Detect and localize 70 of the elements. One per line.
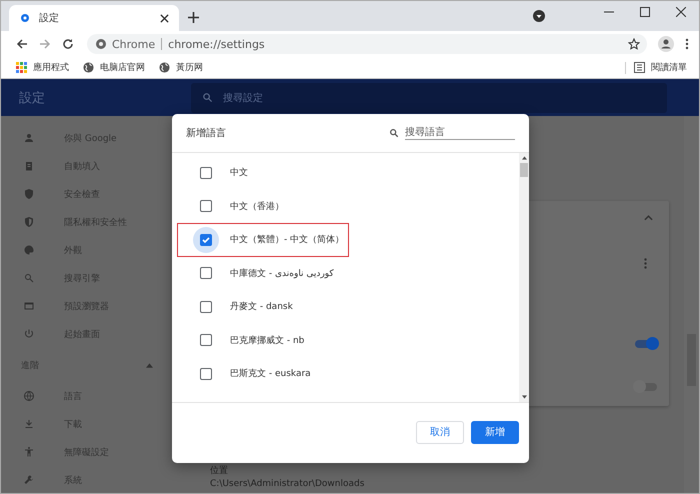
language-name: 中文（香港） xyxy=(230,200,284,213)
url-text: chrome://settings xyxy=(168,38,265,50)
maximize-icon[interactable] xyxy=(640,7,650,17)
scroll-up-arrow-icon[interactable] xyxy=(522,156,526,160)
scroll-down-arrow-icon[interactable] xyxy=(522,395,526,399)
checkbox[interactable] xyxy=(200,166,212,179)
checkbox[interactable] xyxy=(200,234,212,246)
globe-icon xyxy=(159,62,170,73)
globe-icon xyxy=(23,390,35,402)
site-name: Chrome xyxy=(112,38,156,50)
apps-grid-icon xyxy=(16,62,27,73)
star-icon[interactable] xyxy=(628,38,640,50)
scrollbar[interactable] xyxy=(519,153,529,402)
list-icon xyxy=(634,62,645,73)
cancel-button[interactable]: 取消 xyxy=(416,420,464,444)
globe-icon xyxy=(83,62,94,73)
page-title: 設定 xyxy=(18,90,46,106)
settings-icon xyxy=(19,12,31,24)
chevron-up-icon[interactable] xyxy=(644,215,653,221)
palette-icon xyxy=(23,244,35,256)
browser-tab[interactable]: 設定 xyxy=(9,5,179,31)
scrollbar[interactable] xyxy=(684,116,699,493)
avatar-icon[interactable] xyxy=(658,36,674,52)
bookmark[interactable]: 黃历网 xyxy=(159,61,203,74)
address-bar[interactable]: Chrome chrome://settings xyxy=(87,34,647,54)
more-menu-icon[interactable] xyxy=(685,38,689,50)
shield-icon xyxy=(23,188,35,200)
search-icon xyxy=(202,92,213,103)
accessibility-icon xyxy=(23,446,35,458)
wrench-icon xyxy=(23,474,35,486)
download-icon xyxy=(23,418,35,430)
language-name: 中庫德文 - کوردیی ناوەندی xyxy=(230,268,334,280)
checkbox[interactable] xyxy=(200,267,212,280)
back-arrow-icon[interactable] xyxy=(16,38,28,50)
search-icon xyxy=(23,272,35,284)
bookmark[interactable]: 應用程式 xyxy=(16,61,69,74)
more-options-icon[interactable] xyxy=(644,258,647,269)
dialog-title: 新增語言 xyxy=(186,126,226,140)
browser-icon xyxy=(23,300,35,312)
search-icon xyxy=(389,128,399,138)
shield-half-icon xyxy=(23,216,35,228)
checkbox[interactable] xyxy=(200,300,212,313)
search-field[interactable]: 搜尋語言 xyxy=(405,126,515,140)
reading-list-button[interactable]: 閱讀清單 xyxy=(634,61,687,74)
language-name: 丹麥文 - dansk xyxy=(230,300,293,314)
checkbox[interactable] xyxy=(200,368,212,380)
language-name: 中文 xyxy=(230,166,248,180)
language-name: 中文（繁體）- 中文（简体） xyxy=(230,234,344,246)
search-field[interactable]: 搜尋設定 xyxy=(191,82,667,112)
add-button[interactable]: 新增 xyxy=(471,420,519,444)
checkbox[interactable] xyxy=(200,200,212,212)
close-icon[interactable] xyxy=(676,7,686,17)
scroll-thumb[interactable] xyxy=(520,163,528,177)
folder-path: C:\Users\Administrator\Downloads xyxy=(210,479,366,489)
bookmark[interactable]: 电脑店官网 xyxy=(83,61,145,74)
dropdown-icon[interactable] xyxy=(533,10,545,22)
language-name: 巴斯克文 - euskara xyxy=(230,368,311,380)
clipboard-icon xyxy=(23,160,35,172)
plus-icon[interactable] xyxy=(188,12,199,23)
person-icon xyxy=(23,132,35,144)
reload-icon[interactable] xyxy=(62,38,74,50)
checkbox[interactable] xyxy=(200,334,212,346)
setting-label: 位置 xyxy=(210,464,229,477)
tab-title: 設定 xyxy=(39,12,60,25)
chrome-logo-icon xyxy=(96,39,106,49)
toggle-switch[interactable] xyxy=(635,340,657,348)
power-icon xyxy=(23,328,35,340)
language-name: 巴克摩挪威文 - nb xyxy=(230,334,304,347)
close-icon[interactable] xyxy=(160,14,169,22)
search-placeholder: 搜尋設定 xyxy=(223,92,263,104)
